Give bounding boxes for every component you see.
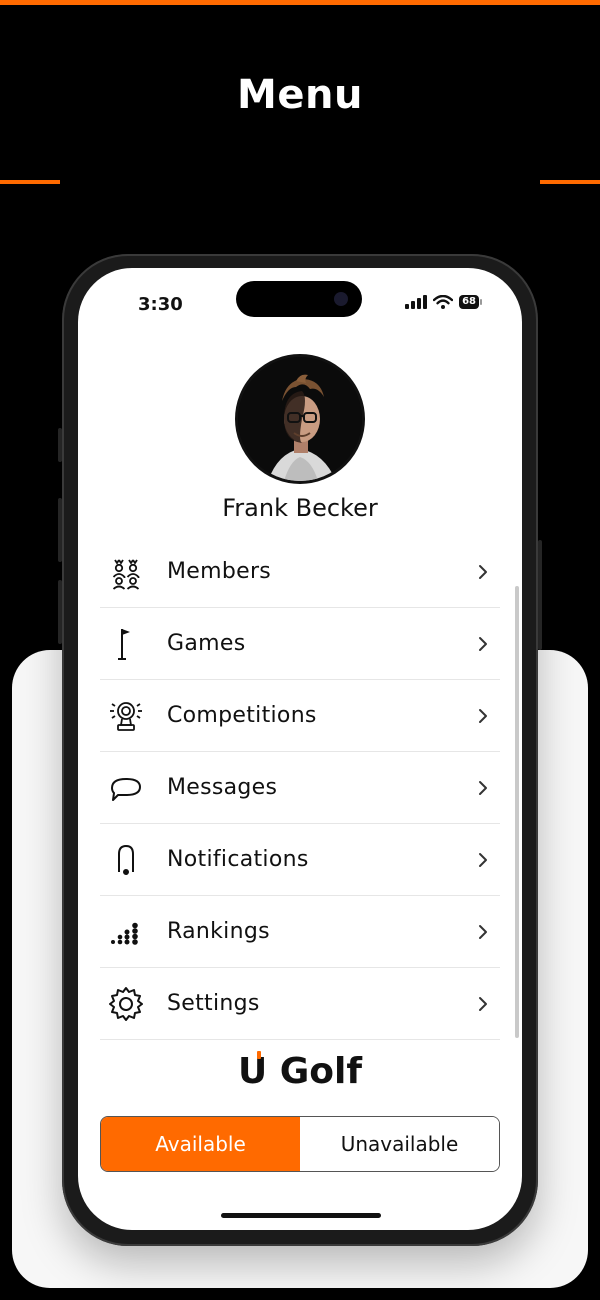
availability-toggle: Available Unavailable — [100, 1116, 500, 1172]
menu-item-rankings[interactable]: Rankings — [100, 896, 500, 968]
status-time: 3:30 — [138, 294, 183, 315]
page-title: Menu — [237, 72, 363, 118]
chevron-right-icon — [479, 637, 487, 651]
profile-photo — [238, 357, 362, 481]
scrollbar[interactable] — [515, 586, 519, 1038]
front-camera — [334, 292, 348, 306]
user-name: Frank Becker — [222, 494, 378, 522]
menu-item-games[interactable]: Games — [100, 608, 500, 680]
decorative-line-right — [540, 180, 600, 184]
menu-label-members: Members — [167, 559, 272, 584]
chevron-right-icon — [479, 997, 487, 1011]
status-icons: 68 — [405, 295, 482, 309]
menu-label-settings: Settings — [167, 991, 260, 1016]
members-icon — [112, 559, 140, 590]
unavailable-button[interactable]: Unavailable — [300, 1117, 499, 1171]
chat-bubble-icon — [111, 778, 141, 801]
brand-logo: U Golf — [237, 1051, 363, 1092]
golf-flag-icon — [118, 629, 130, 660]
gear-icon — [109, 987, 143, 1021]
top-accent-bar — [0, 0, 600, 5]
menu-item-notifications[interactable]: Notifications — [100, 824, 500, 896]
menu-item-settings[interactable]: Settings — [100, 968, 500, 1040]
menu-label-notifications: Notifications — [167, 847, 309, 872]
cellular-signal-icon — [405, 295, 428, 309]
logo-accent-mark — [257, 1051, 261, 1059]
decorative-line-left — [0, 180, 60, 184]
menu-label-games: Games — [167, 631, 246, 656]
chevron-right-icon — [479, 565, 487, 579]
menu-list: Members Games Competitions Messages Noti… — [100, 536, 500, 1040]
menu-item-members[interactable]: Members — [100, 536, 500, 608]
menu-item-messages[interactable]: Messages — [100, 752, 500, 824]
available-button[interactable]: Available — [101, 1117, 300, 1171]
home-indicator[interactable] — [221, 1213, 381, 1218]
menu-label-messages: Messages — [167, 775, 278, 800]
chevron-right-icon — [479, 709, 487, 723]
chevron-right-icon — [479, 781, 487, 795]
phone-power-button — [538, 540, 542, 650]
wifi-icon — [433, 295, 454, 309]
avatar[interactable] — [235, 354, 365, 484]
chevron-right-icon — [479, 925, 487, 939]
trophy-icon — [110, 702, 142, 731]
menu-label-rankings: Rankings — [167, 919, 270, 944]
phone-screen: 3:30 68 Frank Becker Members Games Compe… — [78, 268, 522, 1230]
battery-indicator: 68 — [459, 295, 479, 309]
battery-cap — [480, 299, 482, 305]
ranking-bars-icon — [111, 922, 138, 945]
menu-label-competitions: Competitions — [167, 703, 317, 728]
menu-item-competitions[interactable]: Competitions — [100, 680, 500, 752]
dynamic-island — [236, 281, 362, 317]
bell-icon — [118, 844, 134, 875]
chevron-right-icon — [479, 853, 487, 867]
